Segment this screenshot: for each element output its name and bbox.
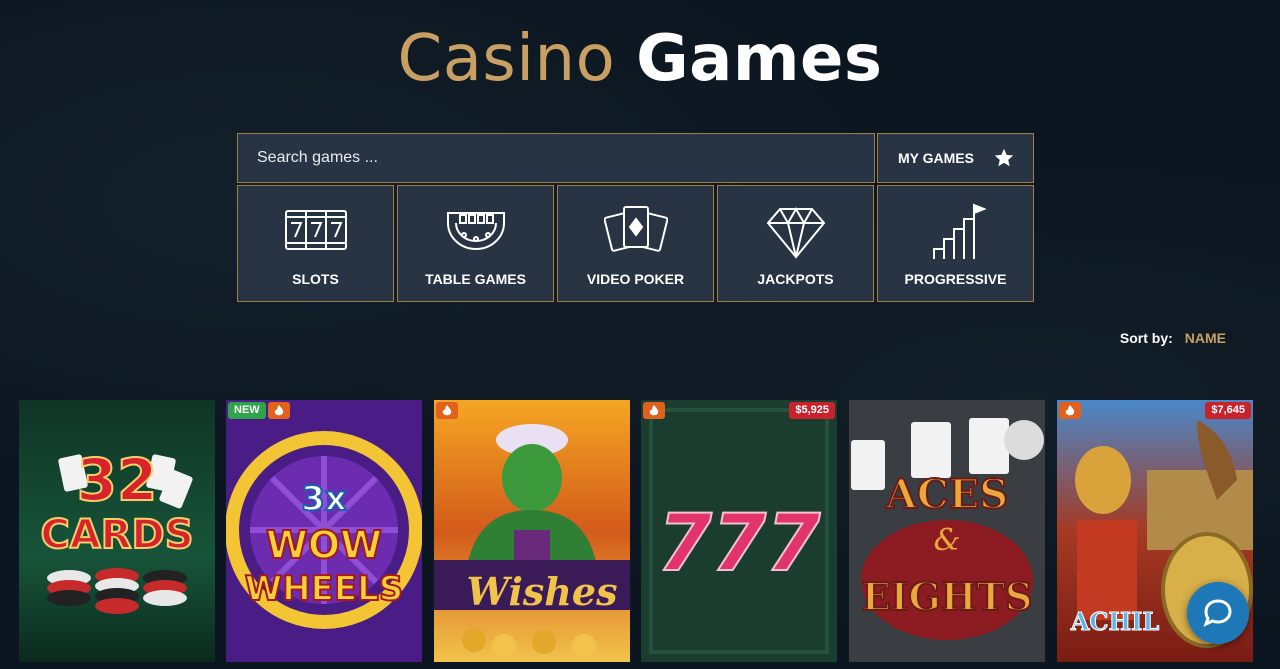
game-tile-aces-eights[interactable]: ACES & EIGHTS: [849, 400, 1045, 662]
my-games-button[interactable]: MY GAMES: [877, 133, 1034, 183]
category-label-jackpots: JACKPOTS: [757, 271, 834, 287]
flame-icon: [442, 404, 452, 415]
flame-icon: [274, 404, 284, 415]
svg-text:CARDS: CARDS: [40, 512, 193, 558]
casino-games-page: Casino Games MY GAMES SLOTS TABLE GAMES: [0, 0, 1280, 669]
sort-control: Sort by: NAME: [1120, 330, 1226, 346]
hot-badge: [1059, 402, 1081, 419]
category-jackpots[interactable]: JACKPOTS: [717, 185, 874, 302]
game-art-wow-wheels: 3x WOW WHEELS: [226, 400, 422, 662]
category-table-games[interactable]: TABLE GAMES: [397, 185, 554, 302]
flame-icon: [649, 404, 659, 415]
svg-text:ACES: ACES: [885, 471, 1008, 518]
svg-text:32: 32: [77, 446, 158, 514]
search-box: [237, 133, 875, 183]
page-title-part1: Casino: [397, 22, 616, 96]
category-slots[interactable]: SLOTS: [237, 185, 394, 302]
category-label-slots: SLOTS: [292, 271, 339, 287]
badge-new: NEW: [228, 402, 266, 419]
svg-text:EIGHTS: EIGHTS: [862, 574, 1033, 619]
hot-badge: [643, 402, 665, 419]
chat-bubble-icon: [1203, 599, 1232, 627]
search-input[interactable]: [238, 134, 874, 182]
sort-value[interactable]: NAME: [1185, 330, 1226, 346]
my-games-label: MY GAMES: [898, 150, 974, 166]
slot-reels-icon: [285, 210, 347, 250]
page-title: Casino Games: [0, 22, 1280, 96]
game-art-aces-eights: ACES & EIGHTS: [849, 400, 1045, 662]
category-progressive[interactable]: PROGRESSIVE: [877, 185, 1034, 302]
svg-text:3x: 3x: [301, 479, 347, 519]
svg-text:WOW: WOW: [266, 523, 382, 567]
game-art-wishes: Wishes: [434, 400, 630, 662]
page-title-part2: Games: [636, 22, 883, 96]
jackpot-badge: $5,925: [789, 402, 835, 419]
hot-badge: [268, 402, 290, 419]
category-label-video-poker: VIDEO POKER: [586, 271, 685, 287]
game-tile-wow-wheels[interactable]: 3x WOW WHEELS NEW: [226, 400, 422, 662]
svg-text:&: &: [934, 523, 961, 558]
category-video-poker[interactable]: VIDEO POKER: [557, 185, 714, 302]
chat-button[interactable]: [1187, 582, 1249, 644]
diamond-icon: [766, 206, 826, 259]
svg-text:WHEELS: WHEELS: [245, 569, 404, 609]
game-tile-32-cards[interactable]: 32 CARDS: [19, 400, 215, 662]
category-label-table-games: TABLE GAMES: [425, 271, 526, 287]
game-art-777: 777: [641, 400, 837, 662]
playing-cards-icon: [604, 206, 668, 252]
game-art-32-cards: 32 CARDS: [19, 400, 215, 662]
hot-badge: [436, 402, 458, 419]
stairs-flag-icon: [933, 203, 987, 259]
category-label-progressive: PROGRESSIVE: [904, 271, 1007, 287]
sort-label: Sort by:: [1119, 330, 1173, 346]
flame-icon: [1065, 404, 1075, 415]
star-icon: [994, 148, 1014, 167]
game-tile-wishes[interactable]: Wishes: [434, 400, 630, 662]
svg-text:ACHIL: ACHIL: [1070, 607, 1160, 636]
jackpot-badge: $7,645: [1205, 402, 1251, 419]
card-table-icon: [447, 212, 505, 250]
svg-text:Wishes: Wishes: [466, 569, 617, 614]
game-tile-777[interactable]: 777 $5,925: [641, 400, 837, 662]
svg-text:777: 777: [658, 499, 822, 589]
